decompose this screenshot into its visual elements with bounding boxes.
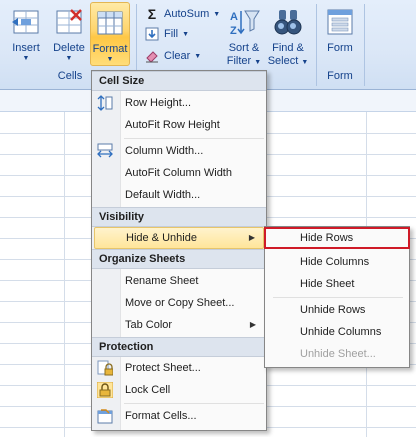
format-cells-dialog-icon [97, 409, 113, 424]
sigma-icon: Σ [147, 6, 157, 22]
chevron-down-icon: ▼ [182, 30, 189, 38]
menu-separator [124, 138, 264, 139]
hide-rows-label: Hide Rows [300, 232, 354, 244]
chevron-down-icon: ▼ [213, 10, 221, 18]
svg-text:Z: Z [230, 25, 237, 37]
sort-filter-label-2: Filter ▼ [226, 55, 262, 67]
fill-down-icon [144, 26, 160, 42]
form-label: Form [327, 42, 353, 54]
format-label: Format [92, 43, 128, 55]
menu-item-unhide-columns[interactable]: Unhide Columns [267, 321, 407, 343]
column-width-label: Column Width... [125, 145, 204, 157]
group-divider [316, 4, 317, 86]
menu-item-rename-sheet[interactable]: Rename Sheet [94, 270, 264, 292]
menu-item-hide-columns[interactable]: Hide Columns [267, 251, 407, 273]
menu-item-hide-unhide[interactable]: Hide & Unhide ▶ [94, 227, 264, 249]
chevron-down-icon: ▼ [65, 55, 73, 62]
hide-columns-label: Hide Columns [300, 256, 370, 268]
unhide-columns-label: Unhide Columns [300, 326, 382, 338]
unhide-sheet-label: Unhide Sheet... [300, 348, 376, 360]
lock-cell-label: Lock Cell [125, 384, 171, 396]
lock-icon [97, 382, 113, 398]
menu-item-default-width[interactable]: Default Width... [94, 184, 264, 206]
section-header-protection: Protection [92, 337, 266, 357]
eraser-icon [144, 48, 160, 64]
find-select-label-1: Find & [272, 42, 304, 54]
fill-button[interactable]: Fill ▼ [144, 24, 189, 44]
insert-label: Insert [12, 42, 40, 54]
unhide-rows-label: Unhide Rows [300, 304, 366, 316]
row-height-label: Row Height... [125, 97, 192, 109]
menu-item-format-cells[interactable]: Format Cells... [94, 405, 264, 427]
autosum-label: AutoSum [164, 8, 210, 20]
menu-separator [124, 403, 264, 404]
form-icon [327, 9, 353, 35]
svg-text:A: A [230, 11, 238, 23]
menu-item-autofit-column-width[interactable]: AutoFit Column Width [94, 162, 264, 184]
autofit-column-width-label: AutoFit Column Width [125, 167, 232, 179]
section-header-organize-sheets: Organize Sheets [92, 249, 266, 269]
menu-item-tab-color[interactable]: Tab Color ▶ [94, 314, 264, 336]
chevron-down-icon: ▼ [22, 55, 30, 62]
format-cells-label: Format Cells... [125, 410, 197, 422]
column-width-icon [97, 143, 113, 158]
rename-sheet-label: Rename Sheet [125, 275, 199, 287]
sort-filter-icon: A Z [230, 10, 260, 37]
hide-unhide-submenu: Hide Rows Hide Columns Hide Sheet Unhide… [264, 226, 410, 368]
menu-item-column-width[interactable]: Column Width... [94, 140, 264, 162]
submenu-arrow-icon: ▶ [249, 320, 256, 329]
find-select-label-2: Select ▼ [267, 55, 309, 67]
menu-item-unhide-sheet: Unhide Sheet... [267, 343, 407, 365]
menu-item-hide-sheet[interactable]: Hide Sheet [267, 273, 407, 295]
autosum-button[interactable]: Σ AutoSum ▼ [144, 4, 220, 24]
fill-label: Fill [164, 28, 179, 40]
section-header-cell-size: Cell Size [92, 71, 266, 91]
format-button[interactable]: Format ▼ [90, 2, 130, 66]
menu-item-row-height[interactable]: Row Height... [94, 92, 264, 114]
submenu-arrow-icon: ▶ [248, 233, 255, 242]
form-group-label: Form [327, 70, 353, 82]
binoculars-icon [274, 10, 302, 35]
form-button[interactable]: Form [320, 2, 360, 58]
chevron-down-icon: ▼ [194, 52, 202, 60]
menu-item-lock-cell[interactable]: Lock Cell [94, 379, 264, 401]
format-cells-icon [97, 11, 123, 35]
protect-sheet-label: Protect Sheet... [125, 362, 201, 374]
move-copy-sheet-label: Move or Copy Sheet... [125, 297, 235, 309]
menu-item-unhide-rows[interactable]: Unhide Rows [267, 299, 407, 321]
menu-item-hide-rows[interactable]: Hide Rows [264, 227, 410, 249]
menu-item-move-copy-sheet[interactable]: Move or Copy Sheet... [94, 292, 264, 314]
delete-button[interactable]: Delete ▼ [50, 2, 88, 66]
menu-separator [273, 297, 403, 298]
insert-button[interactable]: Insert ▼ [6, 2, 46, 66]
section-header-visibility: Visibility [92, 207, 266, 227]
find-select-button[interactable]: Find & Select ▼ [266, 2, 310, 68]
clear-label: Clear [164, 50, 191, 62]
delete-cells-icon [56, 9, 82, 34]
group-divider [364, 4, 365, 86]
chevron-down-icon: ▼ [106, 56, 114, 63]
tab-color-label: Tab Color [125, 319, 173, 331]
sort-filter-button[interactable]: A Z Sort & Filter ▼ [222, 2, 266, 68]
menu-item-autofit-row-height[interactable]: AutoFit Row Height [94, 114, 264, 136]
autofit-row-height-label: AutoFit Row Height [125, 119, 220, 131]
delete-label: Delete [53, 42, 85, 54]
insert-cells-icon [12, 10, 39, 34]
clear-button[interactable]: Clear ▼ [144, 46, 201, 66]
default-width-label: Default Width... [125, 189, 201, 201]
hide-sheet-label: Hide Sheet [300, 278, 355, 290]
format-dropdown-menu: Cell Size Row Height... AutoFit Row Heig… [91, 70, 267, 431]
menu-item-protect-sheet[interactable]: Protect Sheet... [94, 357, 264, 379]
column-gridline [64, 112, 65, 437]
sort-filter-label-1: Sort & [228, 42, 260, 54]
hide-unhide-label: Hide & Unhide [126, 232, 197, 244]
row-height-icon [97, 95, 113, 111]
protect-sheet-icon [97, 360, 113, 376]
